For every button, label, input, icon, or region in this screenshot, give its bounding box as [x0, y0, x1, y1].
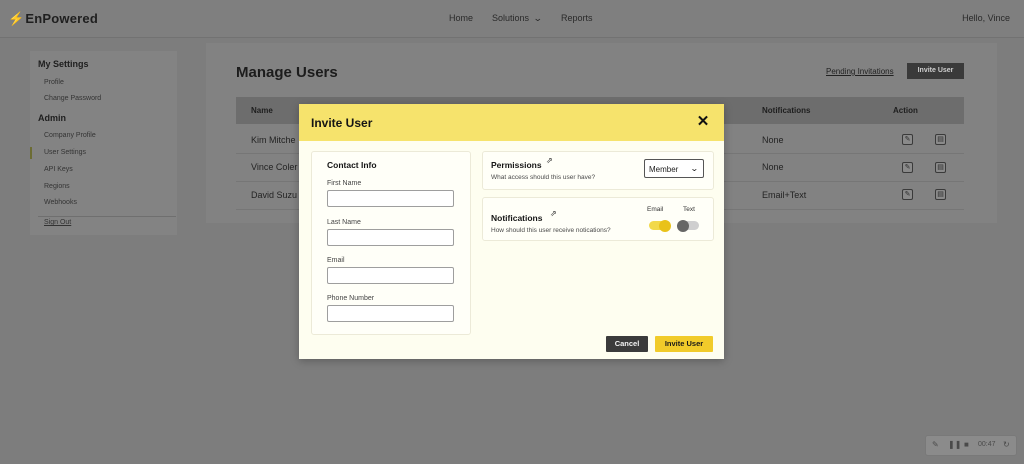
text-toggle-label: Text — [683, 206, 695, 213]
first-name-label: First Name — [327, 180, 362, 187]
recording-toolbar: ✎ ❚❚ ■ 00:47 ↻ — [925, 435, 1017, 456]
sidebar-item-regions[interactable]: Regions — [44, 183, 70, 190]
row-notifications: Email+Text — [762, 190, 807, 200]
logo[interactable]: ⚡EnPowered — [8, 11, 98, 27]
row-name: Kim Mitche — [251, 135, 296, 145]
chevron-down-icon: ⌄ — [532, 13, 543, 23]
edit-icon[interactable]: ✎ — [902, 162, 913, 173]
delete-icon[interactable]: ▤ — [935, 189, 946, 200]
invite-user-submit-button[interactable]: Invite User — [655, 336, 713, 352]
text-notification-toggle[interactable] — [677, 219, 699, 232]
nav-reports[interactable]: Reports — [561, 13, 593, 23]
contact-info-title: Contact Info — [327, 160, 377, 170]
external-link-icon[interactable]: ⇗ — [550, 209, 557, 218]
edit-icon[interactable]: ✎ — [902, 134, 913, 145]
column-notifications: Notifications — [762, 106, 811, 115]
sidebar-item-user-settings[interactable]: User Settings — [44, 149, 86, 156]
phone-number-input[interactable] — [327, 305, 454, 322]
row-name: David Suzu — [251, 190, 298, 200]
email-input[interactable] — [327, 267, 454, 284]
page-title: Manage Users — [236, 64, 338, 81]
my-settings-heading: My Settings — [38, 59, 89, 69]
permissions-subtitle: What access should this user have? — [491, 174, 596, 181]
row-notifications: None — [762, 162, 784, 172]
notifications-subtitle: How should this user receive notications… — [491, 227, 611, 234]
settings-sidebar: My Settings Profile Change Password Admi… — [30, 51, 177, 235]
permissions-card: Permissions ⇗ What access should this us… — [482, 151, 714, 190]
first-name-input[interactable] — [327, 190, 454, 207]
toggle-knob — [659, 219, 671, 232]
sidebar-item-webhooks[interactable]: Webhooks — [44, 199, 77, 206]
email-toggle-label: Email — [647, 206, 664, 213]
sign-out-link[interactable]: Sign Out — [44, 219, 71, 226]
contact-info-card: Contact Info First Name Last Name Email … — [311, 151, 471, 335]
modal-header: Invite User ✕ — [299, 104, 724, 141]
active-indicator — [30, 147, 32, 159]
nav-home[interactable]: Home — [449, 13, 473, 23]
row-notifications: None — [762, 135, 784, 145]
pen-icon[interactable]: ✎ — [932, 440, 939, 449]
notifications-title: Notifications — [491, 213, 543, 223]
top-navbar: ⚡EnPowered Home Solutions ⌄ Reports Hello… — [0, 0, 1024, 38]
user-greeting[interactable]: Hello, Vince — [962, 13, 1010, 23]
sidebar-item-profile[interactable]: Profile — [44, 79, 64, 86]
sidebar-divider — [38, 216, 176, 217]
nav-solutions[interactable]: Solutions ⌄ — [492, 13, 543, 24]
row-name: Vince Coler — [251, 162, 298, 172]
recording-time: 00:47 — [978, 441, 996, 448]
pause-icon[interactable]: ❚❚ — [948, 440, 961, 449]
logo-text: EnPowered — [25, 11, 98, 26]
email-label: Email — [327, 257, 345, 264]
bolt-icon: ⚡ — [8, 11, 25, 26]
email-notification-toggle[interactable] — [649, 219, 671, 232]
chevron-down-icon: ⌄ — [690, 164, 700, 173]
notifications-card: Notifications ⇗ How should this user rec… — [482, 197, 714, 241]
invite-user-button[interactable]: Invite User — [907, 63, 964, 79]
sidebar-item-api-keys[interactable]: API Keys — [44, 166, 73, 173]
nav-solutions-label: Solutions — [492, 13, 530, 23]
phone-number-label: Phone Number — [327, 295, 375, 302]
delete-icon[interactable]: ▤ — [935, 134, 946, 145]
column-action: Action — [893, 106, 918, 115]
sidebar-item-company-profile[interactable]: Company Profile — [44, 132, 96, 139]
close-icon[interactable]: ✕ — [695, 114, 711, 130]
refresh-icon[interactable]: ↻ — [1003, 440, 1010, 449]
edit-icon[interactable]: ✎ — [902, 189, 913, 200]
permissions-title: Permissions — [491, 160, 542, 170]
column-name: Name — [251, 106, 273, 115]
external-link-icon[interactable]: ⇗ — [546, 156, 553, 165]
cancel-button[interactable]: Cancel — [606, 336, 648, 352]
permission-select[interactable]: Member ⌄ — [644, 159, 704, 178]
admin-heading: Admin — [38, 113, 66, 123]
last-name-label: Last Name — [327, 219, 361, 226]
sidebar-item-change-password[interactable]: Change Password — [44, 95, 101, 102]
pending-invitations-link[interactable]: Pending Invitations — [826, 67, 894, 76]
delete-icon[interactable]: ▤ — [935, 162, 946, 173]
invite-user-modal: Invite User ✕ Contact Info First Name La… — [299, 104, 724, 359]
last-name-input[interactable] — [327, 229, 454, 246]
stop-icon[interactable]: ■ — [964, 440, 969, 449]
toggle-knob — [677, 219, 689, 232]
permission-selected-value: Member — [649, 165, 679, 174]
modal-title: Invite User — [311, 116, 373, 130]
